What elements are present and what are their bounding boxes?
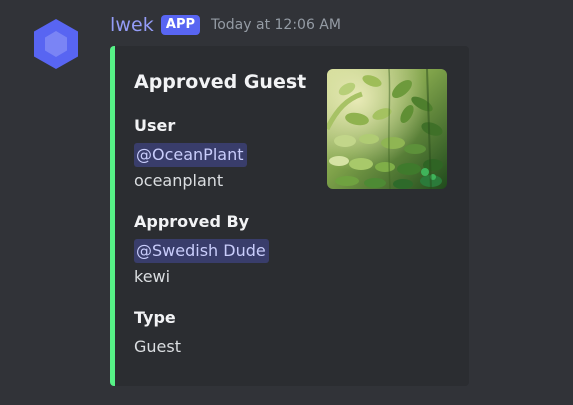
app-badge: APP [160, 15, 201, 35]
field-approved-by: Approved By @Swedish Dude kewi [134, 212, 269, 288]
field-value: oceanplant [134, 171, 224, 190]
embed-title: Approved Guest [134, 71, 307, 93]
plant-image [327, 69, 447, 189]
field-name: User [134, 116, 176, 135]
embed-card: Approved Guest User @OceanPlant oceanpla… [110, 46, 469, 386]
chat-message: lwek APP Today at 12:06 AM Approved Gues… [0, 0, 573, 405]
user-mention[interactable]: @Swedish Dude [134, 239, 269, 263]
message-header: lwek APP Today at 12:06 AM [110, 12, 341, 38]
username[interactable]: lwek [110, 14, 154, 36]
field-name: Type [134, 308, 176, 327]
user-mention[interactable]: @OceanPlant [134, 143, 247, 167]
avatar[interactable] [32, 18, 80, 70]
field-type: Type Guest [134, 308, 181, 358]
field-name: Approved By [134, 212, 250, 231]
field-value: Guest [134, 337, 181, 356]
embed-thumbnail[interactable] [327, 69, 447, 189]
field-value: kewi [134, 267, 171, 286]
hexagon-bot-icon [34, 19, 78, 69]
timestamp[interactable]: Today at 12:06 AM [211, 17, 341, 33]
field-user: User @OceanPlant oceanplant [134, 116, 247, 192]
